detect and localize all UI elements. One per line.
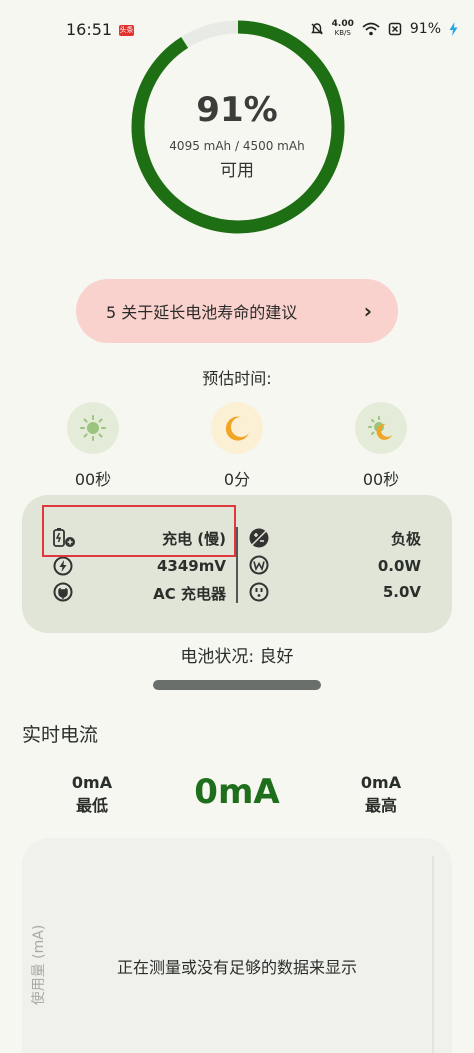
polarity-icon (248, 527, 270, 553)
estimate-mixed-value: 00秒 (362, 470, 400, 489)
battery-status: 可用 (220, 161, 254, 181)
charger-type-value: AC 充电器 (153, 585, 226, 603)
estimate-mixed-button[interactable] (355, 402, 407, 454)
chart-empty-message: 正在测量或没有足够的数据来显示 (116, 958, 357, 977)
battery-health: 电池状况: 良好 (180, 647, 294, 667)
max-current-label: 最高 (364, 796, 397, 815)
watt-icon (249, 555, 269, 579)
max-current: 0mA 最高 (341, 771, 421, 817)
wifi-icon (362, 22, 380, 36)
battery-level-text: 91% (409, 21, 441, 37)
estimate-night-value: 0分 (223, 470, 251, 489)
info-divider (236, 527, 238, 603)
max-current-value: 0mA (360, 773, 402, 792)
highlight-box (42, 505, 236, 557)
estimate-night-button[interactable] (211, 402, 263, 454)
charging-bolt-icon (449, 22, 458, 36)
battery-capacity: 4095 mAh / 4500 mAh (169, 139, 305, 153)
moon-icon (225, 416, 249, 441)
drag-handle[interactable] (153, 680, 321, 690)
status-time: 16:51 (66, 20, 113, 39)
sun-moon-icon (368, 416, 392, 440)
estimate-day-button[interactable] (67, 402, 119, 454)
bolt-icon (53, 556, 73, 580)
realtime-current-title: 实时电流 (22, 724, 99, 746)
sun-icon (80, 415, 106, 441)
outlet-icon (249, 582, 269, 606)
battery-tips-button[interactable]: 5 关于延长电池寿命的建议 › (76, 279, 398, 343)
voltage-rating-value: 5.0V (382, 583, 421, 601)
voltage-value: 4349mV (157, 557, 226, 575)
estimate-title: 预估时间: (202, 369, 272, 388)
estimate-day-value: 00秒 (74, 470, 112, 489)
ac-plug-icon (53, 582, 73, 606)
power-value: 0.0W (377, 557, 421, 575)
sim-off-icon (388, 22, 402, 36)
battery-tips-label: 5 关于延长电池寿命的建议 (106, 303, 298, 322)
usage-chart (22, 838, 452, 1053)
battery-percent: 91% (196, 90, 278, 130)
chevron-right-icon: › (363, 299, 372, 323)
polarity-value: 负极 (390, 530, 421, 548)
